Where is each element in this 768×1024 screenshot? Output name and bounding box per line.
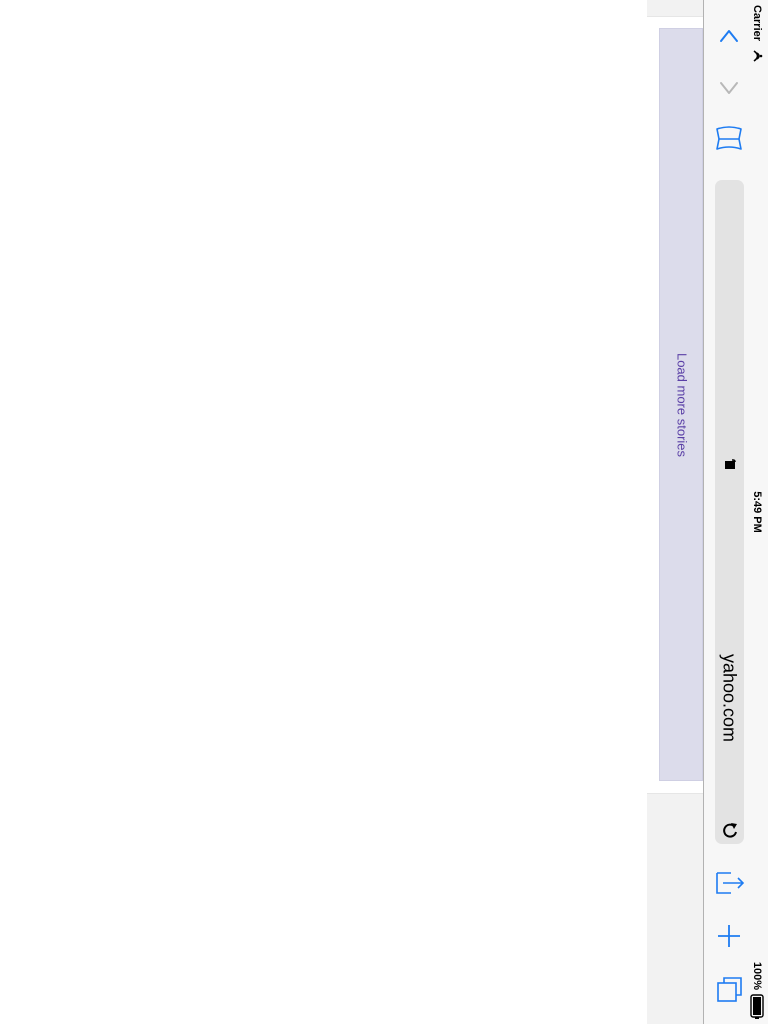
battery-icon [750,994,764,1019]
plus-icon [718,925,740,947]
wifi-icon [753,50,763,62]
forward-button[interactable] [709,67,749,107]
chevron-down-icon [720,82,738,94]
load-more-stories-button[interactable]: Load more stories [659,28,703,781]
chevron-up-icon [720,30,738,42]
battery-percent-label: 100% [751,961,763,991]
back-button[interactable] [709,15,749,55]
url-text: yahoo.com [719,653,740,743]
bookmarks-button[interactable] [709,119,749,159]
reload-icon[interactable] [720,820,740,840]
address-bar[interactable]: yahoo.com [715,180,744,844]
carrier-label: Carrier [751,4,763,42]
web-content [0,0,703,1024]
share-button[interactable] [709,863,749,903]
tabs-icon [717,977,742,1002]
share-icon [716,872,745,894]
book-icon [716,126,742,150]
clock-label: 5:49 PM [751,491,763,533]
new-tab-button[interactable] [709,916,749,956]
lock-icon [725,459,736,469]
load-more-stories-label: Load more stories [674,352,690,458]
tabs-button[interactable] [709,970,749,1010]
